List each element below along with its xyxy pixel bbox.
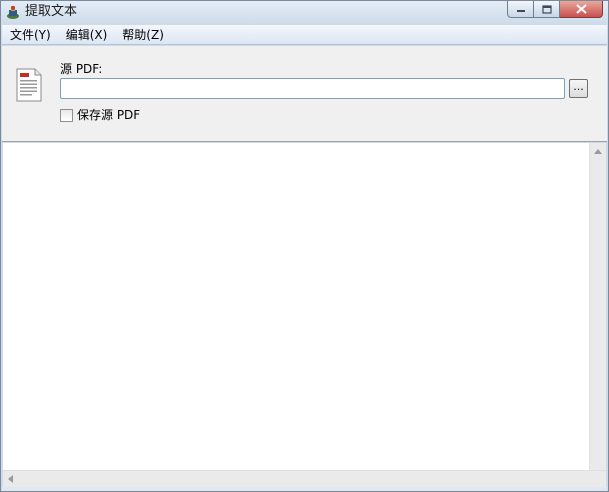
pdf-document-icon: [16, 68, 42, 102]
source-pdf-label: 源 PDF:: [60, 62, 103, 76]
app-icon: [7, 6, 19, 19]
menu-bar: 文件(Y) 编辑(X) 帮助(Z): [2, 25, 607, 45]
minimize-icon: [516, 10, 525, 12]
scroll-up-arrow-icon[interactable]: [594, 149, 602, 154]
close-button[interactable]: [560, 1, 603, 18]
close-icon: [575, 4, 587, 14]
output-text-area[interactable]: [3, 143, 589, 470]
vertical-scrollbar[interactable]: [589, 143, 606, 470]
save-source-row[interactable]: 保存源 PDF: [60, 107, 140, 123]
maximize-button[interactable]: [534, 1, 560, 18]
source-panel: 源 PDF: ... 保存源 PDF: [2, 46, 607, 142]
maximize-icon: [541, 4, 552, 14]
window-title: 提取文本: [25, 4, 78, 19]
scroll-left-arrow-icon[interactable]: [8, 475, 13, 483]
menu-help[interactable]: 帮助(Z): [114, 26, 171, 44]
save-source-checkbox[interactable]: [60, 108, 73, 122]
menu-file[interactable]: 文件(Y): [2, 26, 58, 44]
save-source-label: 保存源 PDF: [77, 108, 141, 122]
window-bottom-border: [2, 487, 607, 491]
horizontal-scrollbar[interactable]: [3, 470, 606, 487]
title-bar[interactable]: 提取文本: [1, 1, 608, 23]
extract-text-window: 提取文本 文件(Y) 编辑(X) 帮助(Z) 源 PDF: ... 保存源 PD…: [0, 0, 609, 492]
browse-button[interactable]: ...: [569, 79, 588, 98]
source-pdf-input[interactable]: [60, 78, 565, 99]
caption-buttons: [507, 1, 603, 19]
menu-edit[interactable]: 编辑(X): [58, 26, 115, 44]
minimize-button[interactable]: [507, 1, 534, 18]
